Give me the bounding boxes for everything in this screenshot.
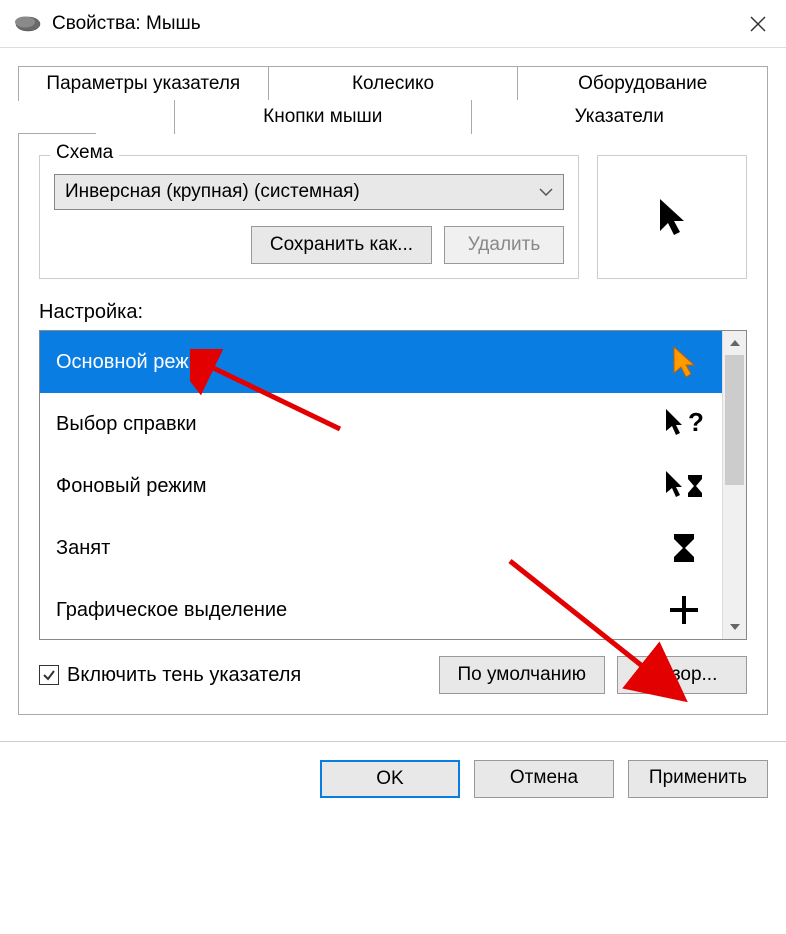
pointer-icon [654, 195, 690, 239]
cursor-list: Основной режим Выбор справки ? [39, 330, 747, 640]
tab-pointer-params[interactable]: Параметры указателя [18, 66, 269, 101]
list-item-background[interactable]: Фоновый режим [40, 455, 722, 517]
tab-wheel[interactable]: Колесико [269, 66, 519, 101]
scrollbar[interactable] [722, 331, 746, 639]
scroll-thumb[interactable] [725, 355, 744, 485]
dialog-buttons: OK Отмена Применить [0, 742, 786, 816]
window-title: Свойства: Мышь [52, 13, 734, 35]
settings-label: Настройка: [39, 301, 747, 324]
cancel-button[interactable]: Отмена [474, 760, 614, 798]
tabs: Параметры указателя Колесико Оборудовани… [18, 66, 768, 715]
close-button[interactable] [734, 0, 782, 48]
shadow-checkbox-label: Включить тень указателя [67, 664, 301, 687]
pointer-orange-icon [662, 344, 706, 380]
mouse-icon [14, 15, 42, 33]
list-item-help[interactable]: Выбор справки ? [40, 393, 722, 455]
crosshair-icon [662, 594, 706, 626]
scheme-selected: Инверсная (крупная) (системная) [65, 181, 539, 203]
default-button[interactable]: По умолчанию [439, 656, 606, 694]
list-item-precision[interactable]: Графическое выделение [40, 579, 722, 639]
scheme-dropdown[interactable]: Инверсная (крупная) (системная) [54, 174, 564, 210]
scheme-legend: Схема [50, 142, 119, 164]
pointer-help-icon: ? [662, 407, 706, 441]
scroll-up-icon[interactable] [723, 331, 746, 355]
chevron-down-icon [539, 188, 553, 196]
list-item-main[interactable]: Основной режим [40, 331, 722, 393]
tab-mouse-buttons[interactable]: Кнопки мыши [174, 100, 472, 134]
pointer-busy-icon [662, 469, 706, 503]
tab-hardware[interactable]: Оборудование [518, 66, 768, 101]
scheme-group: Схема Инверсная (крупная) (системная) Со… [39, 155, 579, 279]
cursor-preview [597, 155, 747, 279]
checkbox-icon [39, 665, 59, 685]
ok-button[interactable]: OK [320, 760, 460, 798]
scroll-down-icon[interactable] [723, 615, 746, 639]
browse-button[interactable]: Обзор... [617, 656, 747, 694]
scroll-track[interactable] [723, 355, 746, 615]
titlebar: Свойства: Мышь [0, 0, 786, 48]
apply-button[interactable]: Применить [628, 760, 768, 798]
svg-text:?: ? [688, 407, 704, 437]
save-as-button[interactable]: Сохранить как... [251, 226, 432, 264]
shadow-checkbox[interactable]: Включить тень указателя [39, 664, 427, 687]
close-icon [750, 16, 766, 32]
delete-button: Удалить [444, 226, 564, 264]
tab-pointers[interactable]: Указатели [472, 100, 769, 134]
list-item-busy[interactable]: Занят [40, 517, 722, 579]
hourglass-icon [662, 531, 706, 565]
